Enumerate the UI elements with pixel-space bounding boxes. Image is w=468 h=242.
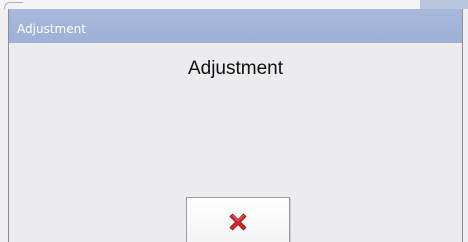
close-icon bbox=[229, 213, 247, 231]
background-left-edge bbox=[0, 9, 8, 242]
background-right-edge bbox=[463, 9, 468, 242]
background-window bbox=[0, 0, 468, 9]
dialog-titlebar[interactable]: Adjustment bbox=[9, 9, 462, 43]
adjustment-dialog: Adjustment Adjustment bbox=[8, 9, 463, 242]
dialog-title: Adjustment bbox=[17, 22, 86, 36]
screen: Adjustment Adjustment bbox=[0, 0, 468, 242]
background-window-tab bbox=[420, 0, 468, 9]
close-button[interactable] bbox=[186, 197, 290, 242]
background-window-corner bbox=[4, 2, 23, 9]
dialog-heading: Adjustment bbox=[187, 58, 284, 79]
